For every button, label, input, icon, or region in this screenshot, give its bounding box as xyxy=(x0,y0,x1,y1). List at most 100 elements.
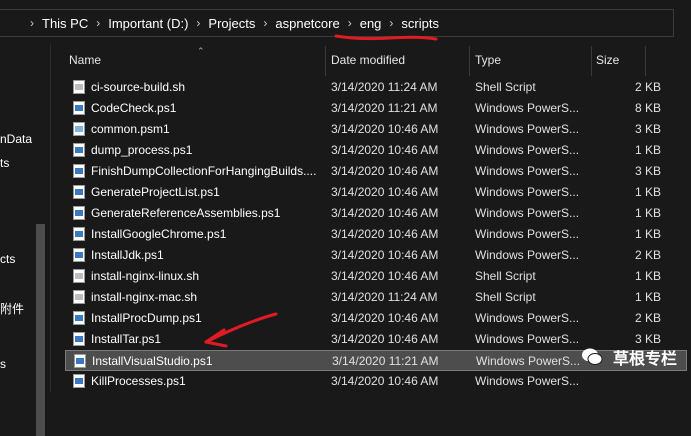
wechat-icon xyxy=(581,348,603,365)
file-date: 3/14/2020 10:46 AM xyxy=(331,164,439,178)
file-type: Windows PowerS... xyxy=(475,248,580,262)
file-row[interactable]: InstallJdk.ps1 3/14/2020 10:46 AM Windows … xyxy=(65,245,687,266)
file-row[interactable]: CodeCheck.ps1 3/14/2020 11:21 AM Windows P… xyxy=(65,98,687,119)
powershell-icon xyxy=(73,374,85,388)
nav-item[interactable]: 附件 xyxy=(0,300,24,317)
file-name: InstallJdk.ps1 xyxy=(91,248,164,262)
column-header-row: Name ⌃ Date modified Type Size xyxy=(51,44,691,76)
file-size: 1 KB xyxy=(634,185,661,199)
column-header-name[interactable]: Name xyxy=(69,44,101,76)
shell-script-icon xyxy=(73,290,85,304)
file-type: Windows PowerS... xyxy=(475,227,580,241)
file-row[interactable]: ci-source-build.sh 3/14/2020 11:24 AM Shel… xyxy=(65,77,687,98)
navigation-pane: nData ts cts 附件 s xyxy=(0,44,50,436)
file-row[interactable]: InstallGoogleChrome.ps1 3/14/2020 10:46 A… xyxy=(65,224,687,245)
file-name: install-nginx-linux.sh xyxy=(91,269,200,283)
file-date: 3/14/2020 10:46 AM xyxy=(331,185,439,199)
file-row[interactable]: KillProcesses.ps1 3/14/2020 10:46 AM Windo… xyxy=(65,371,687,392)
breadcrumb-aspnetcore[interactable]: aspnetcore xyxy=(275,16,339,31)
breadcrumb-projects[interactable]: Projects xyxy=(208,16,255,31)
chevron-right-icon[interactable]: › xyxy=(196,16,200,30)
file-type: Windows PowerS... xyxy=(475,164,580,178)
file-size: 1 KB xyxy=(634,269,661,283)
column-divider[interactable] xyxy=(469,46,470,76)
file-row[interactable]: GenerateProjectList.ps1 3/14/2020 10:46 A… xyxy=(65,182,687,203)
file-row[interactable]: dump_process.ps1 3/14/2020 10:46 AM Window… xyxy=(65,140,687,161)
chevron-right-icon[interactable]: › xyxy=(30,16,34,30)
file-type: Windows PowerS... xyxy=(475,206,580,220)
file-row[interactable]: GenerateReferenceAssemblies.ps1 3/14/2020… xyxy=(65,203,687,224)
shell-script-icon xyxy=(73,269,85,283)
nav-item[interactable]: nData xyxy=(0,132,32,146)
file-type: Windows PowerS... xyxy=(475,143,580,157)
file-size: 3 KB xyxy=(634,122,661,136)
chevron-up-icon: ⌃ xyxy=(197,46,205,56)
file-row[interactable]: install-nginx-mac.sh 3/14/2020 11:24 AM Sh… xyxy=(65,287,687,308)
file-name: dump_process.ps1 xyxy=(91,143,193,157)
file-date: 3/14/2020 10:46 AM xyxy=(331,332,439,346)
file-name: InstallVisualStudio.ps1 xyxy=(92,354,213,368)
file-size: 1 KB xyxy=(634,227,661,241)
column-divider[interactable] xyxy=(591,46,592,76)
file-name: InstallGoogleChrome.ps1 xyxy=(91,227,227,241)
chevron-right-icon[interactable]: › xyxy=(389,16,393,30)
file-name: InstallProcDump.ps1 xyxy=(91,311,202,325)
watermark-text: 草根专栏 xyxy=(612,351,677,368)
shell-script-icon xyxy=(73,80,85,94)
file-size: 8 KB xyxy=(634,101,661,115)
file-date: 3/14/2020 10:46 AM xyxy=(331,227,439,241)
address-bar-area: › This PC › Important (D:) › Projects › … xyxy=(0,0,691,44)
file-name: common.psm1 xyxy=(91,122,170,136)
file-size: 3 KB xyxy=(634,164,661,178)
file-row[interactable]: common.psm1 3/14/2020 10:46 AM Windows Pow… xyxy=(65,119,687,140)
file-size: 2 KB xyxy=(634,311,661,325)
file-row[interactable]: install-nginx-linux.sh 3/14/2020 10:46 AM… xyxy=(65,266,687,287)
chevron-right-icon[interactable]: › xyxy=(263,16,267,30)
powershell-icon xyxy=(73,206,85,220)
file-date: 3/14/2020 10:46 AM xyxy=(331,143,439,157)
file-name: CodeCheck.ps1 xyxy=(91,101,177,115)
column-header-date[interactable]: Date modified xyxy=(331,44,405,76)
nav-item[interactable]: s xyxy=(0,357,6,371)
file-row[interactable]: InstallProcDump.ps1 3/14/2020 10:46 AM Win… xyxy=(65,308,687,329)
powershell-icon xyxy=(73,185,85,199)
breadcrumb-this-pc[interactable]: This PC xyxy=(42,16,88,31)
powershell-icon xyxy=(73,311,85,325)
file-type: Windows PowerS... xyxy=(475,122,580,136)
file-name: GenerateReferenceAssemblies.ps1 xyxy=(91,206,281,220)
file-row[interactable]: FinishDumpCollectionForHangingBuilds....… xyxy=(65,161,687,182)
red-underline-annotation xyxy=(334,34,438,41)
powershell-icon xyxy=(73,164,85,178)
file-name: ci-source-build.sh xyxy=(91,80,186,94)
chevron-right-icon[interactable]: › xyxy=(96,16,100,30)
pane-divider[interactable] xyxy=(50,44,51,392)
file-type: Windows PowerS... xyxy=(475,332,580,346)
breadcrumb-eng[interactable]: eng xyxy=(360,16,382,31)
column-header-type[interactable]: Type xyxy=(475,44,501,76)
nav-item[interactable]: cts xyxy=(0,252,15,266)
file-name: install-nginx-mac.sh xyxy=(91,290,198,304)
file-name: InstallTar.ps1 xyxy=(91,332,162,346)
chevron-right-icon[interactable]: › xyxy=(348,16,352,30)
file-date: 3/14/2020 11:21 AM xyxy=(332,354,439,368)
powershell-icon xyxy=(73,227,85,241)
powershell-module-icon xyxy=(73,122,85,136)
column-header-size[interactable]: Size xyxy=(596,44,619,76)
file-name: FinishDumpCollectionForHangingBuilds.... xyxy=(91,164,317,178)
file-type: Windows PowerS... xyxy=(476,354,581,368)
file-date: 3/14/2020 10:46 AM xyxy=(331,269,439,283)
red-arrow-annotation xyxy=(204,312,278,348)
file-size: 2 KB xyxy=(634,248,661,262)
column-divider[interactable] xyxy=(645,46,646,76)
nav-item[interactable]: ts xyxy=(0,156,9,170)
breadcrumb-drive[interactable]: Important (D:) xyxy=(108,16,188,31)
file-size: 3 KB xyxy=(634,332,661,346)
file-type: Windows PowerS... xyxy=(475,101,580,115)
file-size: 1 KB xyxy=(634,290,661,304)
breadcrumb-scripts[interactable]: scripts xyxy=(401,16,439,31)
column-divider[interactable] xyxy=(325,46,326,76)
file-date: 3/14/2020 11:21 AM xyxy=(331,101,438,115)
nav-scrollbar[interactable] xyxy=(36,224,45,436)
file-date: 3/14/2020 11:24 AM xyxy=(331,80,438,94)
file-type: Shell Script xyxy=(475,290,536,304)
